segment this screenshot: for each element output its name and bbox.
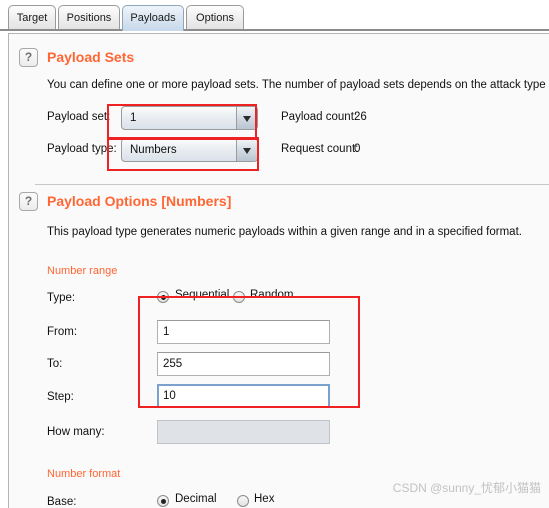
help-icon-payload-sets[interactable]: ? [19,48,38,67]
tab-bar: Target Positions Payloads Options [0,0,549,31]
to-label: To: [47,358,63,370]
tab-bar-underline [0,29,549,31]
radio-random-label[interactable]: Random [250,289,293,301]
payload-sets-description: You can define one or more payload sets.… [47,79,549,91]
tab-payloads[interactable]: Payloads [122,5,184,31]
request-count-label: Request count: [281,143,359,155]
tab-positions[interactable]: Positions [58,5,120,31]
how-many-label: How many: [47,426,105,438]
payload-options-title: Payload Options [Numbers] [47,193,232,209]
tab-target[interactable]: Target [8,5,56,31]
payload-type-value: Numbers [130,144,177,156]
tab-options[interactable]: Options [186,5,244,31]
payload-count-value: 26 [354,111,367,123]
section-divider [35,184,549,185]
base-radio-group: Decimal Hex [157,493,337,508]
payload-count-label: Payload count: [281,111,358,123]
radio-sequential[interactable] [157,291,169,303]
help-icon-payload-options[interactable]: ? [19,192,38,211]
radio-decimal-label[interactable]: Decimal [175,493,217,505]
base-label: Base: [47,496,77,508]
request-count-value: 0 [354,143,361,155]
step-input[interactable] [157,384,330,408]
chevron-down-icon[interactable] [236,139,257,161]
to-input[interactable] [157,352,330,376]
payload-sets-title: Payload Sets [47,49,135,65]
how-many-input [157,420,330,444]
watermark: CSDN @sunny_忧郁小猫猫 [392,481,541,495]
step-label: Step: [47,391,74,403]
type-label: Type: [47,292,76,304]
payload-type-label: Payload type: [47,143,117,155]
radio-decimal[interactable] [157,495,169,507]
number-range-heading: Number range [47,265,118,277]
radio-hex-label[interactable]: Hex [254,493,274,505]
payloads-panel: ? Payload Sets You can define one or mor… [8,33,549,508]
from-input[interactable] [157,320,330,344]
from-label: From: [47,326,78,338]
payload-options-description: This payload type generates numeric payl… [47,226,522,238]
payload-type-dropdown[interactable]: Numbers [121,138,258,162]
payload-set-value: 1 [130,112,137,124]
type-radio-group: Sequential Random [157,289,337,305]
radio-hex[interactable] [237,495,249,507]
payload-set-dropdown[interactable]: 1 [121,106,258,130]
radio-sequential-label[interactable]: Sequential [175,289,229,301]
radio-random[interactable] [233,291,245,303]
number-format-heading: Number format [47,468,121,480]
payload-set-label: Payload set: [47,111,111,123]
chevron-down-icon[interactable] [236,107,257,129]
